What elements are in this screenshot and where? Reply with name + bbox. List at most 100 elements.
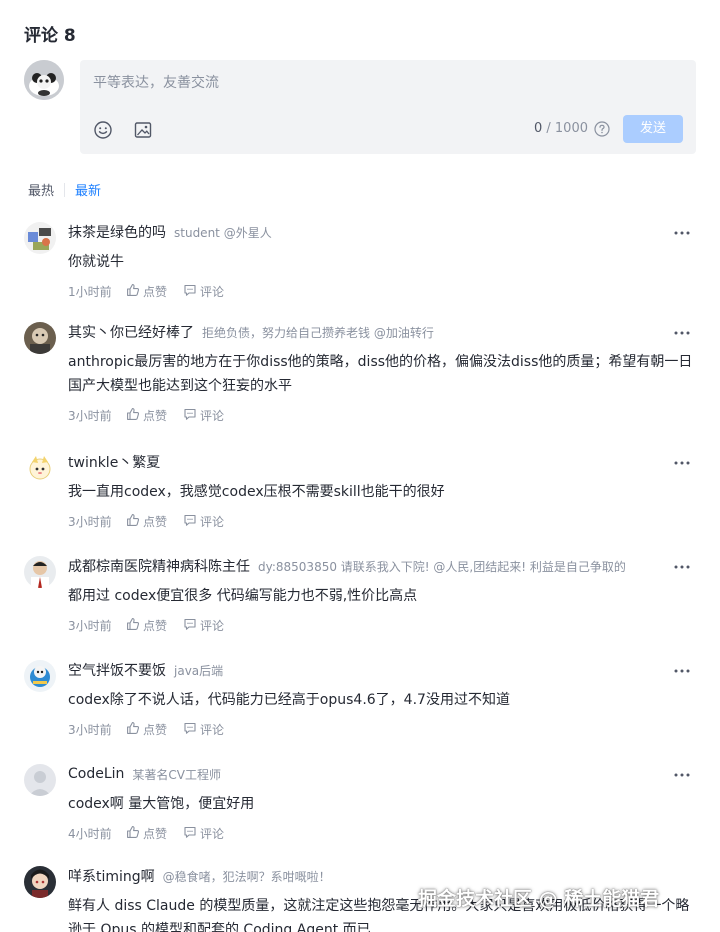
question-circle-icon[interactable] xyxy=(594,121,610,137)
comments-title: 评论 8 xyxy=(24,26,76,46)
thumbs-up-icon xyxy=(126,407,143,424)
watermark: 掘金技术社区 @ 稀土能猫君 xyxy=(418,888,660,910)
comment-icon xyxy=(183,283,200,300)
comment-body: 成都棕南医院精神病科陈主任 dy:88503850 请联系我入下院! @人民,团结… xyxy=(68,556,696,636)
comment-time: 4小时前 xyxy=(68,826,112,841)
reply-button[interactable]: 评论 xyxy=(183,721,224,738)
comment-time: 3小时前 xyxy=(68,408,112,423)
reply-label: 评论 xyxy=(200,722,225,737)
comment-actions: 3小时前 点赞 评论 xyxy=(68,331,696,426)
like-button[interactable]: 点赞 xyxy=(126,407,167,424)
like-label: 点赞 xyxy=(143,618,168,633)
comment-body: 空气拌饭不要饭 java后端 codex除了不说人话，代码能力已经高于opus4.6… xyxy=(68,660,696,740)
commenter-avatar[interactable] xyxy=(24,222,56,254)
comment-body: twinkle丶繁夏我一直用codex，我感觉codex压根不需要skill也能… xyxy=(68,452,696,532)
like-button[interactable]: 点赞 xyxy=(126,283,167,300)
comment-header: 成都棕南医院精神病科陈主任 dy:88503850 请联系我入下院! @人民,团结… xyxy=(68,556,696,576)
reply-button[interactable]: 评论 xyxy=(183,825,224,842)
char-count-max: / 1000 xyxy=(542,121,588,136)
sort-hot-tab[interactable]: 最热 xyxy=(28,180,54,199)
commenter-avatar[interactable] xyxy=(24,764,56,796)
reply-label: 评论 xyxy=(200,284,225,299)
comment-header: 抹茶是绿色的吗 student @外星人 xyxy=(68,222,696,242)
like-label: 点赞 xyxy=(143,722,168,737)
comment-text: 我一直用codex，我感觉codex压根不需要skill也能干的很好 xyxy=(68,484,445,500)
commenter-name[interactable]: 空气拌饭不要饭 xyxy=(68,660,166,680)
commenter-avatar[interactable] xyxy=(24,866,56,898)
sort-tabs: 最热 最新 xyxy=(28,180,101,199)
thumbs-up-icon xyxy=(126,617,143,634)
thumbs-up-icon xyxy=(126,825,143,842)
comment-header: 其实丶你已经好棒了 拒绝负债，努力给自己攒养老钱 @加油转行 xyxy=(68,322,696,342)
reply-button[interactable]: 评论 xyxy=(183,617,224,634)
commenter-info: dy:88503850 请联系我入下院! @人民,团结起来! 利益是自己争取的 xyxy=(258,559,626,574)
comment-text: anthropic最厉害的地方在于你diss他的策略，diss他的价格，偏偏没法… xyxy=(68,354,693,394)
current-user-avatar[interactable] xyxy=(24,60,64,100)
comment-header: twinkle丶繁夏 xyxy=(68,452,696,472)
comment-body: 抹茶是绿色的吗 student @外星人你就说牛 1小时前 点赞 评论 xyxy=(68,222,696,302)
more-icon[interactable] xyxy=(674,222,690,244)
sort-divider xyxy=(64,182,66,197)
like-button[interactable]: 点赞 xyxy=(126,825,167,842)
reply-button[interactable]: 评论 xyxy=(183,513,224,530)
thumbs-up-icon xyxy=(126,513,143,530)
commenter-avatar[interactable] xyxy=(24,556,56,588)
comment-body: 其实丶你已经好棒了 拒绝负债，努力给自己攒养老钱 @加油转行 anthropic最厉… xyxy=(68,322,696,426)
reply-label: 评论 xyxy=(200,514,225,529)
like-button[interactable]: 点赞 xyxy=(126,721,167,738)
comment-icon xyxy=(183,721,200,738)
image-icon[interactable] xyxy=(133,120,153,140)
comment-icon xyxy=(183,513,200,530)
commenter-info: @稳食啫，犯法啊？系咁嘅啦！ xyxy=(162,869,331,884)
commenter-avatar[interactable] xyxy=(24,452,56,484)
comment-input[interactable]: 平等表达，友善交流 xyxy=(93,72,219,92)
commenter-avatar[interactable] xyxy=(24,660,56,692)
commenter-name[interactable]: twinkle丶繁夏 xyxy=(68,452,160,472)
commenter-name[interactable]: 其实丶你已经好棒了 xyxy=(68,322,194,342)
like-button[interactable]: 点赞 xyxy=(126,513,167,530)
commenter-info: java后端 xyxy=(174,663,224,678)
comment-header: CodeLin 某著名CV工程师 xyxy=(68,764,696,784)
comment-text: codex啊 量大管饱，便宜好用 xyxy=(68,796,255,812)
comment-icon xyxy=(183,825,200,842)
comment-icon xyxy=(183,617,200,634)
comment-text: codex除了不说人话，代码能力已经高于opus4.6了，4.7没用过不知道 xyxy=(68,692,510,708)
more-icon[interactable] xyxy=(674,556,690,578)
commenter-avatar[interactable] xyxy=(24,322,56,354)
commenter-name[interactable]: CodeLin xyxy=(68,766,124,782)
like-button[interactable]: 点赞 xyxy=(126,617,167,634)
comment-header: 咩系timing啊 @稳食啫，犯法啊？系咁嘅啦！ xyxy=(68,866,696,886)
reply-label: 评论 xyxy=(200,826,225,841)
like-label: 点赞 xyxy=(143,826,168,841)
comment-actions: 3小时前 点赞 评论 xyxy=(68,565,696,636)
comment-time: 3小时前 xyxy=(68,618,112,633)
send-button[interactable]: 发送 xyxy=(623,115,683,143)
more-icon[interactable] xyxy=(674,452,690,474)
comment-actions: 3小时前 点赞 评论 xyxy=(68,461,696,532)
reply-button[interactable]: 评论 xyxy=(183,283,224,300)
commenter-name[interactable]: 抹茶是绿色的吗 xyxy=(68,222,166,242)
comment-time: 3小时前 xyxy=(68,722,112,737)
more-icon[interactable] xyxy=(674,322,690,344)
comment-text: 都用过 codex便宜很多 代码编写能力也不弱,性价比高点 xyxy=(68,588,418,604)
comment-time: 3小时前 xyxy=(68,514,112,529)
more-icon[interactable] xyxy=(674,764,690,786)
comment-editor[interactable]: 平等表达，友善交流 0 / 1000 发送 xyxy=(80,60,696,154)
commenter-name[interactable]: 咩系timing啊 xyxy=(68,866,155,886)
comment-actions: 3小时前 点赞 评论 xyxy=(68,669,696,740)
more-icon[interactable] xyxy=(674,660,690,682)
reply-label: 评论 xyxy=(200,618,225,633)
thumbs-up-icon xyxy=(126,721,143,738)
thumbs-up-icon xyxy=(126,283,143,300)
comment-text: 你就说牛 xyxy=(68,254,124,270)
char-counter: 0 / 1000 xyxy=(534,121,588,136)
sort-new-tab[interactable]: 最新 xyxy=(75,180,101,199)
smile-icon[interactable] xyxy=(93,120,113,140)
commenter-name[interactable]: 成都棕南医院精神病科陈主任 xyxy=(68,556,250,576)
commenter-info: 某著名CV工程师 xyxy=(132,767,221,782)
comment-time: 1小时前 xyxy=(68,284,112,299)
reply-button[interactable]: 评论 xyxy=(183,407,224,424)
reply-label: 评论 xyxy=(200,408,225,423)
comment-icon xyxy=(183,407,200,424)
like-label: 点赞 xyxy=(143,514,168,529)
